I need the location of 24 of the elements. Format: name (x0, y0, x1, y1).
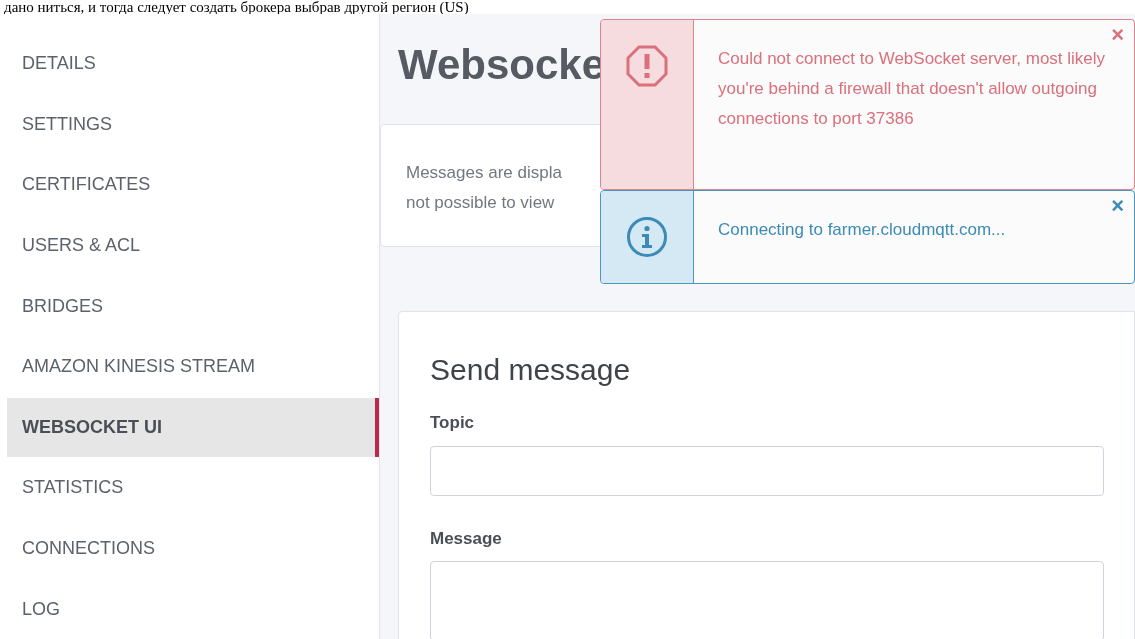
sidebar-item[interactable]: USERS & ACL (7, 215, 379, 276)
info-icon (626, 216, 668, 258)
sidebar-item[interactable]: SETTINGS (7, 94, 379, 155)
sidebar-item[interactable]: DETAILS (7, 34, 379, 94)
field-label: Topic (430, 412, 475, 434)
sidebar-item[interactable]: AMAZON KINESIS STREAM (7, 336, 379, 397)
field-label: Message (430, 527, 502, 550)
sidebar-item[interactable]: CONNECTIONS (7, 518, 379, 579)
page-title: Websocke (398, 40, 605, 90)
notification-message: Could not connect to WebSocket server, most likely you're behind a firewall that doesn't allow outgoing connections to port 37386 (718, 48, 1107, 130)
notification-message: Connecting to farmer.cloudmqtt.com... (718, 219, 1007, 241)
description-text: Messages are displa (406, 162, 562, 184)
sidebar-item[interactable]: CERTIFICATES (7, 155, 379, 215)
sidebar-item[interactable]: BRIDGES (7, 276, 379, 336)
sidebar-item[interactable]: STATISTICS (7, 458, 379, 518)
message-field[interactable] (430, 561, 1104, 639)
close-button[interactable]: × (1111, 195, 1124, 217)
card-title: Send message (430, 352, 632, 388)
sidebar-item[interactable]: LOG (7, 579, 379, 639)
description-text: not possible to view (406, 192, 555, 214)
topic-field[interactable] (430, 445, 1104, 496)
alert-icon (626, 45, 668, 87)
sidebar-item[interactable]: WEBSOCKET UI (7, 397, 379, 458)
close-button[interactable]: × (1111, 24, 1124, 46)
